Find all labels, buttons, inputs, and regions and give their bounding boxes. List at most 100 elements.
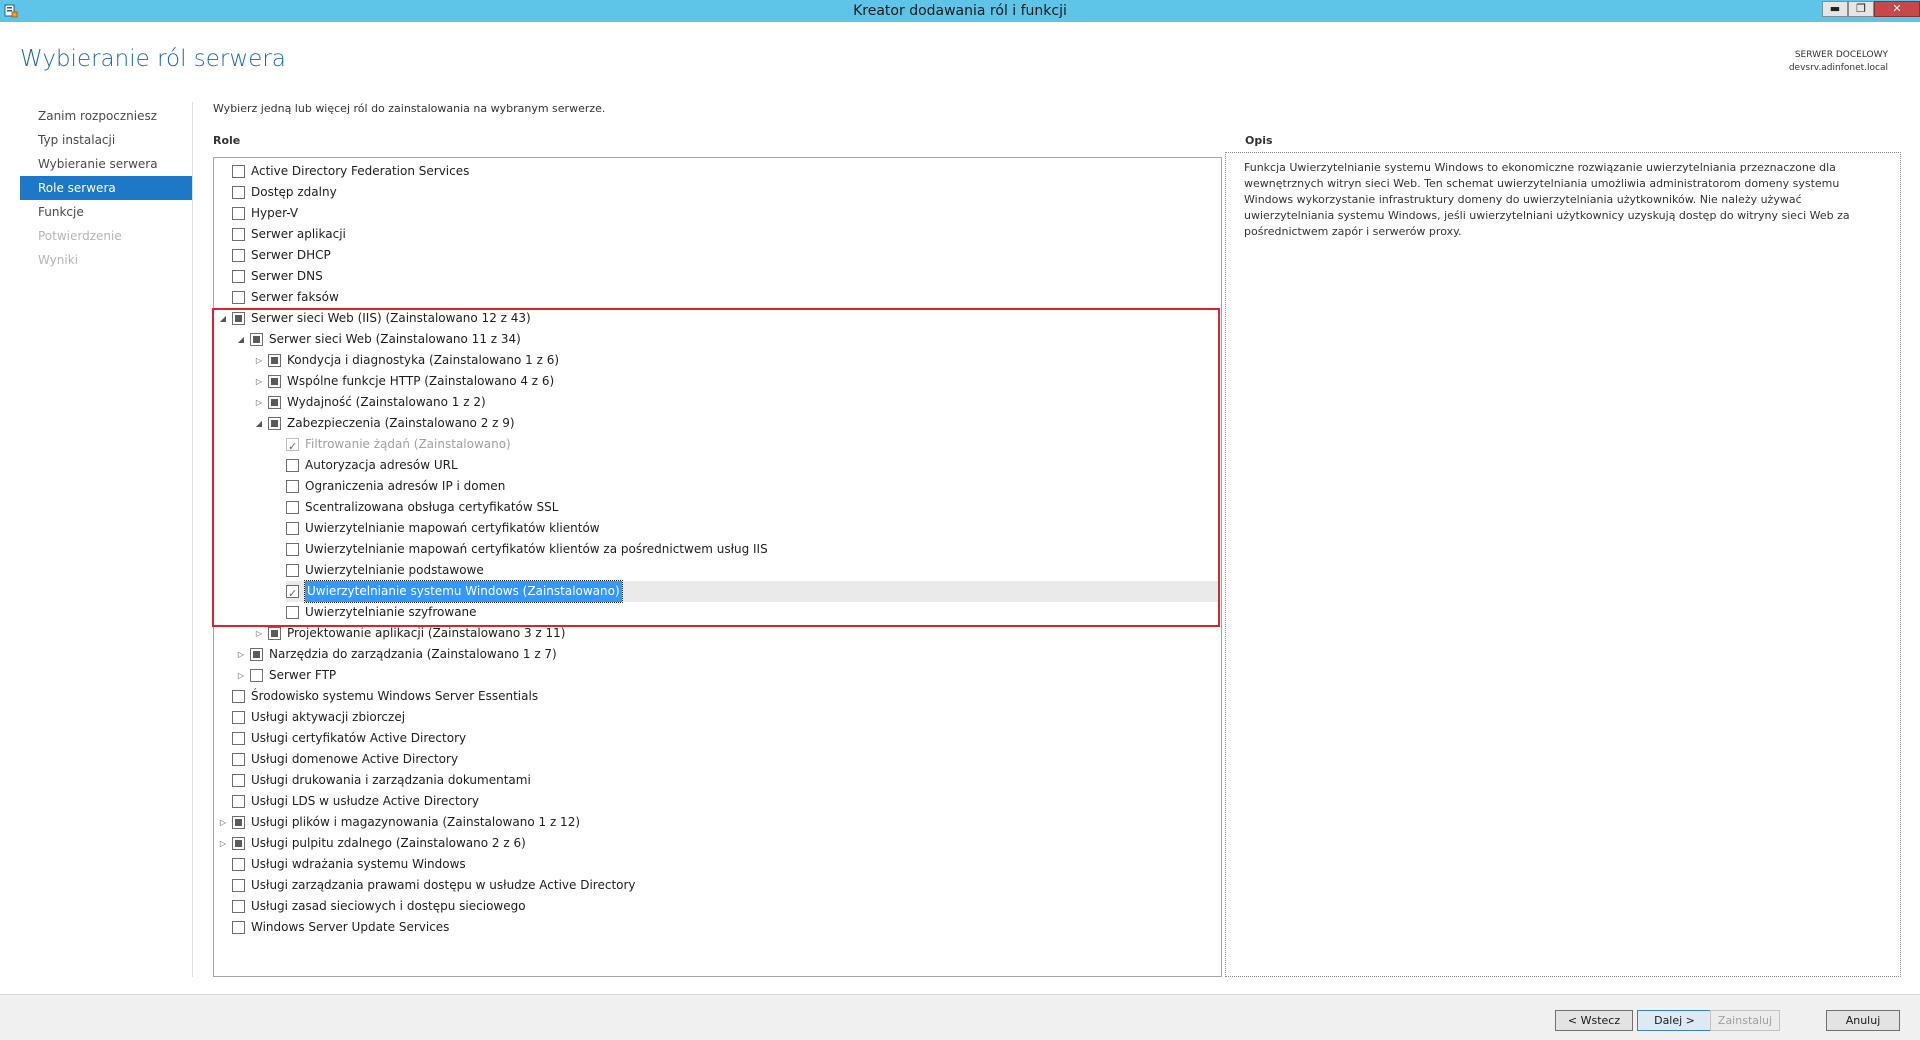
role-checkbox[interactable] [232,207,245,220]
role-checkbox[interactable] [232,816,245,829]
role-label[interactable]: Uwierzytelnianie mapowań certyfikatów kl… [305,539,768,560]
role-checkbox[interactable] [232,921,245,934]
expand-icon[interactable]: ▷ [253,392,265,413]
role-label[interactable]: Filtrowanie żądań (Zainstalowano) [305,434,511,455]
role-row[interactable]: Usługi zasad sieciowych i dostępu siecio… [214,896,1219,917]
role-row[interactable]: ▷ Projektowanie aplikacji (Zainstalowano … [214,623,1219,644]
role-row[interactable]: ▷ Usługi pulpitu zdalnego (Zainstalowano … [214,833,1219,854]
role-row[interactable]: Usługi drukowania i zarządzania dokument… [214,770,1219,791]
role-checkbox[interactable] [232,291,245,304]
role-checkbox[interactable] [232,900,245,913]
expand-icon[interactable]: ▷ [235,665,247,686]
role-label[interactable]: Wydajność (Zainstalowano 1 z 2) [287,392,486,413]
role-checkbox[interactable] [286,564,299,577]
role-checkbox[interactable] [268,417,281,430]
role-checkbox[interactable] [232,795,245,808]
role-checkbox[interactable] [286,459,299,472]
role-row[interactable]: Uwierzytelnianie szyfrowane [214,602,1219,623]
role-row[interactable]: Usługi LDS w usłudze Active Directory [214,791,1219,812]
roles-tree[interactable]: Active Directory Federation Services Dost… [213,157,1222,977]
role-label[interactable]: Uwierzytelnianie szyfrowane [305,602,477,623]
nav-item-2[interactable]: Wybieranie serwera [20,152,192,176]
expand-icon[interactable]: ▷ [253,371,265,392]
role-checkbox[interactable] [232,312,245,325]
role-row[interactable]: Serwer DNS [214,266,1219,287]
role-checkbox[interactable] [232,186,245,199]
role-row[interactable]: ◢ Serwer sieci Web (IIS) (Zainstalowano 1… [214,308,1219,329]
nav-item-3[interactable]: Role serwera [20,176,192,200]
role-row[interactable]: Serwer aplikacji [214,224,1219,245]
role-checkbox[interactable] [286,606,299,619]
role-label[interactable]: Usługi pulpitu zdalnego (Zainstalowano 2… [251,833,526,854]
role-label[interactable]: Dostęp zdalny [251,182,337,203]
role-checkbox[interactable] [286,501,299,514]
role-row[interactable]: Windows Server Update Services [214,917,1219,938]
role-checkbox[interactable] [232,270,245,283]
role-checkbox[interactable] [286,583,299,604]
role-label[interactable]: Usługi zasad sieciowych i dostępu siecio… [251,896,526,917]
role-checkbox[interactable] [232,837,245,850]
role-checkbox[interactable] [286,522,299,535]
role-row[interactable]: ▷ Usługi plików i magazynowania (Zainstal… [214,812,1219,833]
role-label[interactable]: Serwer aplikacji [251,224,346,245]
collapse-icon[interactable]: ◢ [253,413,265,434]
role-label[interactable]: Usługi aktywacji zbiorczej [251,707,405,728]
role-row[interactable]: Uwierzytelnianie podstawowe [214,560,1219,581]
role-row[interactable]: Hyper-V [214,203,1219,224]
next-button[interactable]: Dalej > [1637,1010,1712,1031]
expand-icon[interactable]: ▷ [217,833,229,854]
role-label[interactable]: Windows Server Update Services [251,917,449,938]
role-row[interactable]: ▷ Wydajność (Zainstalowano 1 z 2) [214,392,1219,413]
expand-icon[interactable]: ▷ [217,812,229,833]
role-label[interactable]: Scentralizowana obsługa certyfikatów SSL [305,497,558,518]
role-row[interactable]: Usługi aktywacji zbiorczej [214,707,1219,728]
nav-item-0[interactable]: Zanim rozpoczniesz [20,104,192,128]
role-row[interactable]: Active Directory Federation Services [214,161,1219,182]
role-row[interactable]: ◢ Zabezpieczenia (Zainstalowano 2 z 9) [214,413,1219,434]
role-row[interactable]: ▷ Kondycja i diagnostyka (Zainstalowano 1… [214,350,1219,371]
role-checkbox[interactable] [232,228,245,241]
role-label[interactable]: Środowisko systemu Windows Server Essent… [251,686,538,707]
role-label[interactable]: Serwer sieci Web (IIS) (Zainstalowano 12… [251,308,531,329]
role-checkbox[interactable] [268,354,281,367]
role-checkbox[interactable] [232,774,245,787]
role-checkbox[interactable] [268,396,281,409]
role-label[interactable]: Serwer DHCP [251,245,331,266]
role-row[interactable]: Serwer DHCP [214,245,1219,266]
expand-icon[interactable]: ▷ [235,644,247,665]
role-row[interactable]: Usługi certyfikatów Active Directory [214,728,1219,749]
role-row[interactable]: Dostęp zdalny [214,182,1219,203]
role-checkbox[interactable] [232,879,245,892]
role-checkbox[interactable] [232,165,245,178]
collapse-icon[interactable]: ◢ [217,308,229,329]
role-label[interactable]: Usługi domenowe Active Directory [251,749,458,770]
role-label[interactable]: Serwer faksów [251,287,339,308]
role-label[interactable]: Hyper-V [251,203,298,224]
nav-item-4[interactable]: Funkcje [20,200,192,224]
expand-icon[interactable]: ▷ [253,623,265,644]
role-row[interactable]: Uwierzytelnianie mapowań certyfikatów kl… [214,539,1219,560]
role-label[interactable]: Serwer sieci Web (Zainstalowano 11 z 34) [269,329,521,350]
role-checkbox[interactable] [232,858,245,871]
role-checkbox[interactable] [232,690,245,703]
role-row[interactable]: Ograniczenia adresów IP i domen [214,476,1219,497]
role-row[interactable]: ◢ Serwer sieci Web (Zainstalowano 11 z 34… [214,329,1219,350]
role-checkbox[interactable] [286,543,299,556]
role-label[interactable]: Autoryzacja adresów URL [305,455,458,476]
role-label[interactable]: Projektowanie aplikacji (Zainstalowano 3… [287,623,566,644]
role-label[interactable]: Usługi LDS w usłudze Active Directory [251,791,479,812]
role-label[interactable]: Zabezpieczenia (Zainstalowano 2 z 9) [287,413,515,434]
role-label[interactable]: Active Directory Federation Services [251,161,469,182]
expand-icon[interactable]: ▷ [253,350,265,371]
role-label[interactable]: Serwer DNS [251,266,323,287]
role-label[interactable]: Wspólne funkcje HTTP (Zainstalowano 4 z … [287,371,554,392]
role-checkbox[interactable] [286,480,299,493]
role-label[interactable]: Uwierzytelnianie podstawowe [305,560,484,581]
back-button[interactable]: < Wstecz [1555,1010,1633,1031]
role-row[interactable]: Serwer faksów [214,287,1219,308]
role-row[interactable]: ▷ Wspólne funkcje HTTP (Zainstalowano 4 z… [214,371,1219,392]
role-row[interactable]: ▷ Narzędzia do zarządzania (Zainstalowano… [214,644,1219,665]
role-row[interactable]: Filtrowanie żądań (Zainstalowano) [214,434,1219,457]
collapse-icon[interactable]: ◢ [235,329,247,350]
role-row[interactable]: Środowisko systemu Windows Server Essent… [214,686,1219,707]
